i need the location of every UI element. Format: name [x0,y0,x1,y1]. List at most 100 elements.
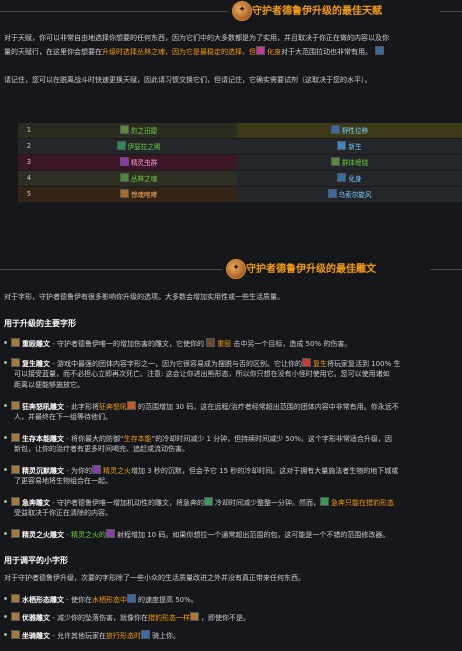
text: 对于大范围拉动也非常有用。 [281,48,372,56]
talent-right[interactable]: 野性位移 [237,123,462,139]
spell-link[interactable]: 狂奔怒吼 [99,403,127,411]
glyph-name[interactable]: 复生雕文 [22,360,50,368]
druid-emblem-icon: ✦ [232,1,252,21]
text: 如果你想拉一个通常超出范围的包，这可能是一个不错的范围修改器。 [172,531,390,539]
text: - 允许其他玩家在 [50,632,106,640]
paragraph-reminder: 请记住，您可以在脱离战斗时快速更换天赋，因此请习惯交换它们，但请记住，它确实需要… [4,76,372,84]
spell-link[interactable]: 复生 [313,360,327,368]
glyph-intro: 对于字形，守护者德鲁伊有很多影响你升级的选项。大多数会增加实用性或一些生活质量。 [4,293,284,301]
spell-icon [375,46,384,55]
glyph-name[interactable]: 重殴雕文 [22,340,50,348]
list-item-continuation: 了更容易地将生物组合在一起。 [14,477,112,485]
text: - 将你最大的防御“ [64,435,124,443]
druid-emblem-icon: ✦ [226,259,246,279]
talent-left[interactable]: 伊瑟拉之赐 [40,138,237,155]
talents-section: ✦ 守护者德鲁伊升级的最佳天赋 对于天赋，你可以非常自由地选择你想要的任何东西，… [0,0,462,225]
text: 射程增加 10 码。 [116,531,173,539]
list-item: 水栖形态雕文 - 使你在水栖形态中 的速度提高 50%。 [4,594,462,606]
talent-name[interactable]: 豹之迅捷 [131,127,157,135]
talent-name[interactable]: 化身 [348,175,361,183]
glyph-name[interactable]: 坐骑雕文 [22,632,50,640]
list-item-continuation: 人，并最终在下一组等待他们。 [14,413,112,421]
glyph-name[interactable]: 精灵沉默雕文 [22,467,64,475]
text: 冷却时间减少整整一分钟。然而， [214,499,320,507]
section-header: ✦ 守护者德鲁伊升级的最佳天赋 [0,0,462,22]
talent-row: 2 伊瑟拉之赐 新生 [18,138,462,155]
talent-icon [119,124,129,134]
talent-name[interactable]: 精灵虫群 [131,159,157,167]
list-item-continuation: 距离以便能够施放它。 [14,381,84,389]
glyph-icon [11,338,20,347]
text: 的范围增加 30 码，这在远程/治疗者经常超出范围的团体内容中非常有用。你永远不 [137,403,399,411]
glyph-icon [11,594,20,603]
talent-left[interactable]: 惊魂咆哮 [40,186,237,203]
incarnation-link[interactable]: 化身 [267,48,281,56]
glyph-icon [11,612,20,621]
text: 击中另一个目标，造成 50% 的伤害。 [231,340,352,348]
header-divider [430,269,462,270]
link-text[interactable]: 升级时选择丛林之魂，因为它是最稳定的选择，但 [102,48,256,56]
talent-right[interactable]: 新生 [237,138,462,155]
list-item: 重殴雕文 - 守护者德鲁伊唯一的增加伤害的雕文，它使你的 重殴 击中另一个目标，… [4,338,462,350]
bullet [4,468,7,471]
glyph-icon [11,630,20,639]
talent-name[interactable]: 群体缠绕 [342,159,368,167]
spell-icon [126,594,136,603]
list-item: 优雅雕文 - 减少你的坠落伤害，就像你在猎豹形态一样 ，即使你不是。 [4,612,462,624]
list-item: 精灵之火雕文 - 精灵之火的 射程增加 10 码。如果你想拉一个通常超出范围的包，… [4,529,462,541]
spell-link[interactable]: 精灵之火 [103,467,131,475]
header-divider [0,11,228,12]
talent-icon [337,172,347,182]
talent-level: 5 [18,186,40,203]
talent-right[interactable]: 化身 [237,170,462,187]
glyphs-section: ✦ 守护者德鲁伊升级的最佳雕文 对于字形，守护者德鲁伊有很多影响你升级的选项。大… [0,258,462,651]
text: 的速度提高 50%。 [137,596,198,604]
talent-name[interactable]: 伊瑟拉之赐 [128,143,161,151]
glyph-name[interactable]: 优雅雕文 [22,614,50,622]
talent-level: 3 [18,154,40,171]
talent-name[interactable]: 野性位移 [342,127,368,135]
talent-left[interactable]: 豹之迅捷 [40,123,237,139]
spell-link[interactable]: 急奔只能在猎豹形态 [331,499,394,507]
spell-link[interactable]: 重殴 [217,340,231,348]
talent-name[interactable]: 新生 [348,143,361,151]
glyph-name[interactable]: 狂奔怒吼雕文 [22,403,64,411]
text: ，即使你不是。 [200,614,250,622]
spell-icon [105,529,115,538]
spell-icon [140,630,150,639]
spell-link[interactable]: 猎豹形态一样 [148,614,190,622]
text: - 守护者德鲁伊唯一的增加伤害的雕文，它使你的 [50,340,207,348]
glyph-name[interactable]: 急奔雕文 [22,499,50,507]
talent-right[interactable]: 乌索尔旋风 [237,186,462,203]
talent-left[interactable]: 丛林之魂 [40,170,237,187]
talent-name[interactable]: 惊魂咆哮 [131,191,157,199]
bullet [4,361,7,364]
talent-icon [330,156,340,166]
text: - 守护者德鲁伊唯一增加机动性的雕文，将急奔的 [50,499,204,507]
spell-link[interactable]: 水栖形态中 [92,596,127,604]
glyph-icon [11,529,20,538]
glyph-name[interactable]: 精灵之火雕文 [22,531,64,539]
talent-right[interactable]: 群体缠绕 [237,154,462,171]
incarnation-icon [256,46,265,55]
spell-icon [206,338,216,347]
talent-name[interactable]: 乌索尔旋风 [339,191,372,199]
talent-icon [337,140,347,150]
glyph-name[interactable]: 水栖形态雕文 [22,596,64,604]
talent-name[interactable]: 丛林之魂 [131,175,157,183]
talent-row: 1 豹之迅捷 野性位移 [18,123,462,139]
list-item-continuation: 新包，让你的治疗者有更多时间喝完、追赶或流动伤害。 [14,445,189,453]
talent-icon [119,188,129,198]
bullet [4,615,7,618]
spell-link[interactable]: 生存本能 [124,435,152,443]
spell-link[interactable]: 旅行形态时 [106,632,141,640]
glyph-name[interactable]: 生存本能雕文 [22,435,64,443]
glyph-icon [11,465,20,474]
spell-link[interactable]: - 精灵之火的 [64,531,106,539]
text: 骑上你。 [151,632,180,640]
list-item-continuation: 受益取决于你正在清除的内容。 [14,509,112,517]
talent-table: 1 豹之迅捷 野性位移 2 伊瑟拉之赐 新生 3 精灵虫群 群体缠绕 4 丛林之… [18,123,462,203]
talent-left[interactable]: 精灵虫群 [40,154,237,171]
bullet [4,341,7,344]
talent-icon [330,124,340,134]
